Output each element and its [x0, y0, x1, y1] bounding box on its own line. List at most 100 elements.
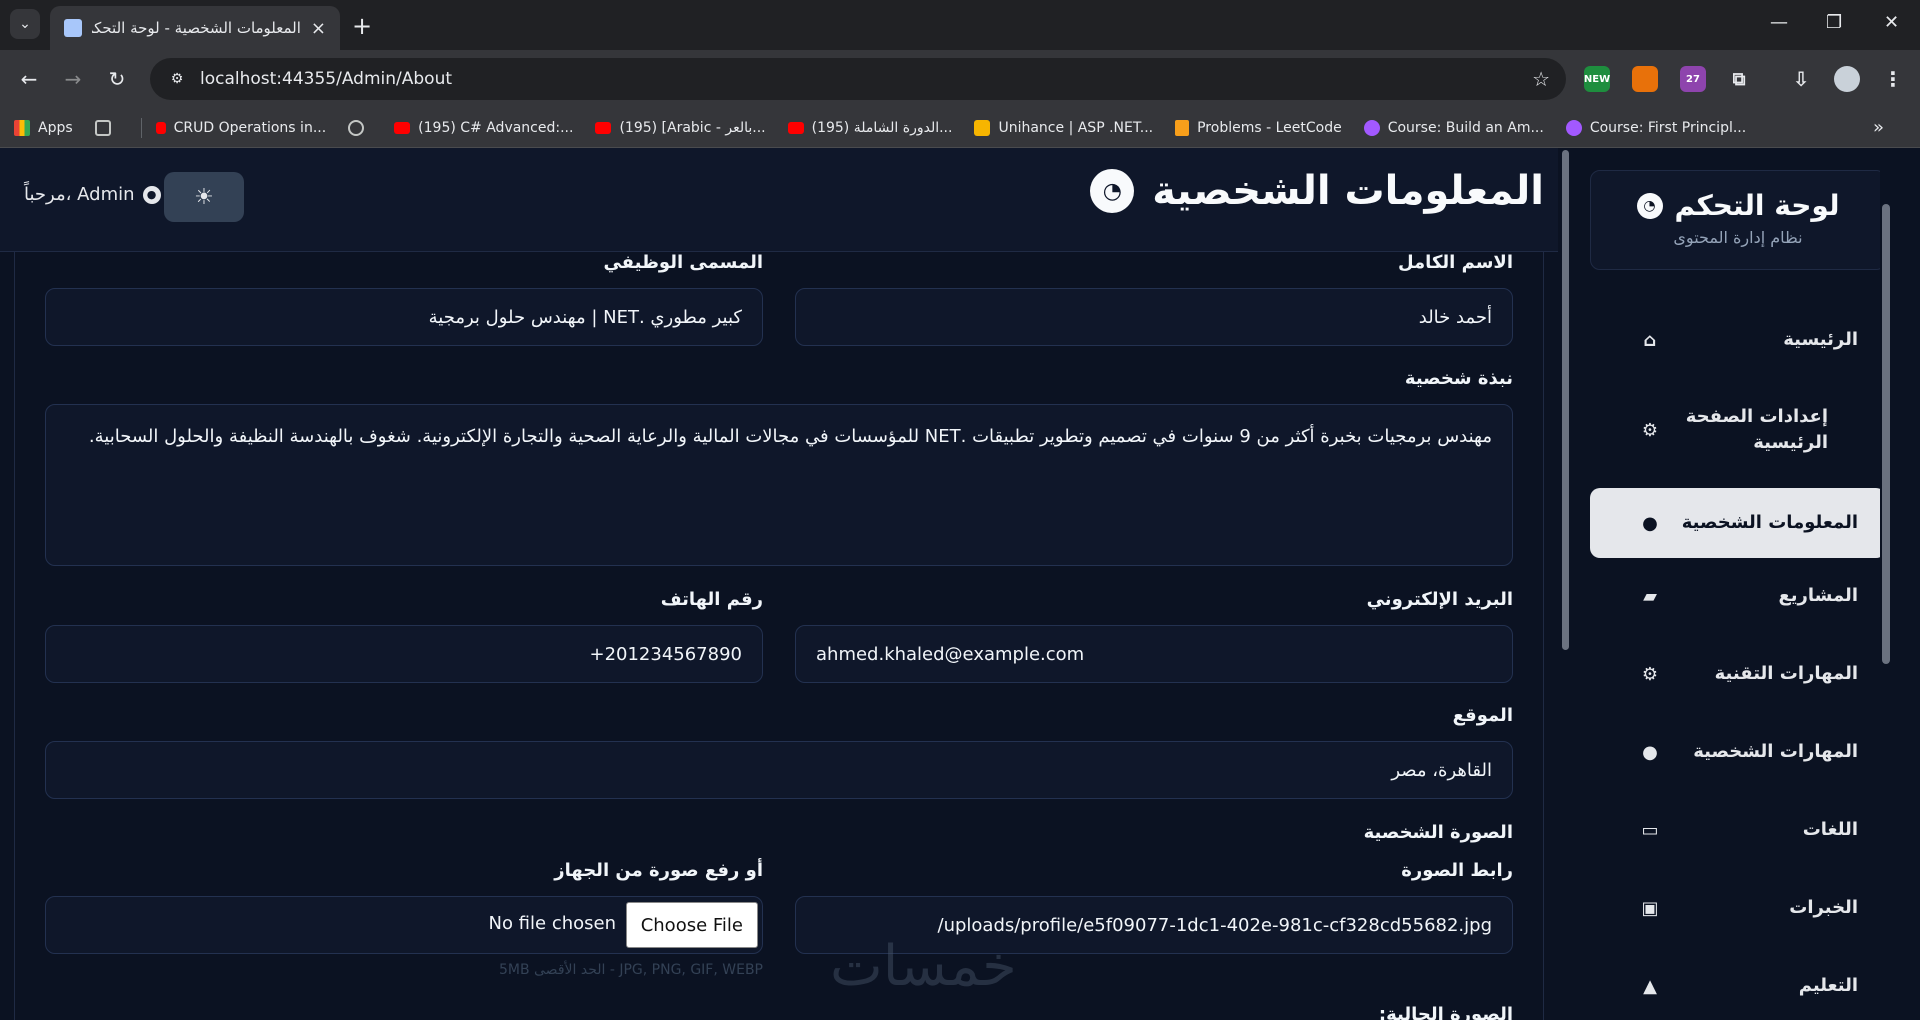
new-tab-icon[interactable]: + — [352, 12, 372, 40]
back-icon[interactable]: ← — [14, 67, 44, 91]
bookmarks-overflow-icon[interactable]: » — [1873, 117, 1884, 138]
sidebar-scrollbar-thumb[interactable] — [1882, 204, 1890, 664]
bookmark-crud[interactable]: CRUD Operations in... — [155, 119, 327, 136]
location-input[interactable]: القاهرة، مصر — [45, 741, 1513, 799]
sidebar-item-label: المشاريع — [1778, 584, 1859, 606]
tab-search-icon[interactable]: ⌄ — [10, 9, 40, 39]
form-content: الاسم الكامل أحمد خالد المسمى الوظيفي كب… — [14, 252, 1544, 1020]
email-label: البريد الإلكتروني — [1366, 589, 1513, 610]
brand-title: لوحة التحكم ◔ — [1591, 189, 1885, 222]
bookmark-course-first[interactable]: Course: First Principl... — [1565, 119, 1747, 136]
browser-toolbar: ← → ↻ ⚙ localhost:44355/Admin/About ☆ NE… — [0, 50, 1920, 108]
udemy-icon — [1565, 119, 1582, 136]
apps-icon — [14, 119, 30, 136]
main-scrollbar-thumb[interactable] — [1562, 150, 1569, 650]
bookmark-unihance[interactable]: Unihance | ASP .NET... — [974, 119, 1154, 136]
user-tie-icon: ● — [1642, 741, 1658, 763]
restore-icon[interactable]: ❐ — [1826, 12, 1842, 33]
sidebar-item-homepage-settings[interactable]: ⚙ إعدادات الصفحة الرئيسية — [1590, 378, 1886, 482]
watermark: خمسات — [830, 934, 1017, 999]
sidebar-item-experience[interactable]: ▣ الخبرات — [1590, 876, 1886, 940]
admin-app: المعلومات الشخصية ◔ ☀ مرحباً، Admin ● ال… — [0, 148, 1920, 1020]
phone-label: رقم الهاتف — [660, 589, 763, 610]
browser-tab-active[interactable]: المعلومات الشخصية - لوحة التحكم × — [50, 6, 340, 50]
upload-label: أو رفع صورة من الجهاز — [554, 860, 763, 881]
welcome-text: مرحباً، Admin — [24, 184, 135, 205]
current-photo-label: الصورة الحالية: — [1378, 1004, 1513, 1020]
sidebar-item-label: اللغات — [1802, 818, 1858, 840]
extension-badge-icon[interactable]: 27 — [1680, 66, 1706, 92]
window-close-icon[interactable]: ✕ — [1884, 12, 1899, 33]
bookmark-course-build[interactable]: Course: Build an Am... — [1363, 119, 1544, 136]
sidebar-item-about[interactable]: ● المعلومات الشخصية — [1590, 488, 1886, 558]
sidebar-item-label: المهارات التقنية — [1714, 662, 1858, 684]
leetcode-icon — [1175, 119, 1190, 136]
reload-icon[interactable]: ↻ — [102, 67, 132, 91]
bookmark-label: (195) C# Advanced:... — [418, 119, 574, 136]
download-icon[interactable]: ⇩ — [1788, 66, 1814, 92]
email-input[interactable]: ahmed.khaled@example.com — [795, 625, 1513, 683]
tab-close-icon[interactable]: × — [311, 18, 326, 39]
bookmark-label: (195) الدورة الشاملة... — [811, 119, 953, 136]
cogs-icon: ⚙ — [1641, 663, 1659, 685]
language-icon: ▭ — [1641, 819, 1659, 841]
forward-icon[interactable]: → — [58, 67, 88, 91]
bookmark-label: Unihance | ASP .NET... — [998, 119, 1154, 136]
job-title-input[interactable]: كبير مطوري .NET | مهندس حلول برمجية — [45, 288, 763, 346]
extensions-puzzle-icon[interactable]: ⧉ — [1726, 66, 1752, 92]
page-title-text: المعلومات الشخصية — [1152, 168, 1544, 214]
bookmark-label: Course: First Principl... — [1589, 119, 1747, 136]
bookmark-label: Course: Build an Am... — [1387, 119, 1544, 136]
url-text[interactable]: localhost:44355/Admin/About — [200, 69, 1532, 89]
folder-icon: ▰ — [1643, 585, 1657, 607]
youtube-icon — [394, 121, 411, 134]
bio-label: نبذة شخصية — [1404, 368, 1513, 389]
page-title: المعلومات الشخصية ◔ — [1090, 168, 1544, 214]
sidebar-brand: لوحة التحكم ◔ نظام إدارة المحتوى — [1590, 170, 1886, 270]
bookmark-leetcode[interactable]: Problems - LeetCode — [1175, 119, 1342, 136]
sidebar-item-soft-skills[interactable]: ● المهارات الشخصية — [1590, 720, 1886, 784]
bookmark-label: CRUD Operations in... — [173, 119, 327, 136]
sidebar-item-tech-skills[interactable]: ⚙ المهارات التقنية — [1590, 642, 1886, 706]
sidebar-item-label: المهارات الشخصية — [1693, 740, 1858, 762]
bookmark-arabic[interactable]: (195) [Arabic - بالعر... — [595, 120, 766, 136]
sidebar-item-education[interactable]: ▲ التعليم — [1590, 954, 1886, 1018]
theme-toggle-button[interactable]: ☀ — [164, 172, 244, 222]
main-scrollbar[interactable] — [1560, 148, 1572, 1020]
bookmark-label: Problems - LeetCode — [1197, 119, 1342, 136]
udemy-icon — [1363, 119, 1380, 136]
file-upload-input[interactable]: Choose File No file chosen — [45, 896, 763, 954]
phone-input[interactable]: +201234567890 — [45, 625, 763, 683]
full-name-input[interactable]: أحمد خالد — [795, 288, 1513, 346]
extension-orange-icon[interactable] — [1632, 66, 1658, 92]
bookmark-csharp[interactable]: (195) C# Advanced:... — [394, 120, 573, 136]
address-bar[interactable]: ⚙ localhost:44355/Admin/About ☆ — [150, 58, 1566, 100]
graduation-cap-icon: ▲ — [1643, 975, 1657, 997]
browser-tabbar: ⌄ المعلومات الشخصية - لوحة التحكم × + — … — [0, 0, 1920, 50]
full-name-label: الاسم الكامل — [1397, 252, 1513, 273]
bookmark-star-icon[interactable]: ☆ — [1532, 67, 1550, 91]
youtube-icon — [595, 121, 612, 134]
sidebar-item-languages[interactable]: ▭ اللغات — [1590, 798, 1886, 862]
sidebar-item-label: المعلومات الشخصية — [1681, 511, 1858, 533]
bio-textarea[interactable]: مهندس برمجيات بخبرة أكثر من 9 سنوات في ت… — [45, 404, 1513, 566]
sidebar-item-label: التعليم — [1798, 974, 1858, 996]
bookmark-course[interactable]: (195) الدورة الشاملة... — [787, 119, 953, 136]
bookmark-separator — [140, 117, 142, 138]
minimize-icon[interactable]: — — [1770, 12, 1788, 33]
browser-menu-icon[interactable]: ⋮ — [1880, 66, 1906, 92]
sidebar-item-home[interactable]: ⌂ الرئيسية — [1590, 308, 1886, 372]
globe-icon — [348, 119, 365, 136]
sidebar-item-projects[interactable]: ▰ المشاريع — [1590, 564, 1886, 628]
bookmark-globe[interactable] — [348, 119, 372, 136]
profile-avatar[interactable] — [1834, 66, 1860, 92]
bookmark-label: Apps — [38, 119, 73, 136]
extension-new-icon[interactable]: NEW — [1584, 66, 1610, 92]
choose-file-button[interactable]: Choose File — [625, 902, 758, 948]
bookmark-grid[interactable] — [94, 119, 119, 136]
no-file-text: No file chosen — [488, 913, 616, 934]
site-info-icon[interactable]: ⚙ — [166, 68, 188, 90]
sidebar-scrollbar[interactable] — [1880, 148, 1892, 1020]
location-label: الموقع — [1452, 705, 1513, 726]
bookmark-apps[interactable]: Apps — [14, 119, 73, 136]
